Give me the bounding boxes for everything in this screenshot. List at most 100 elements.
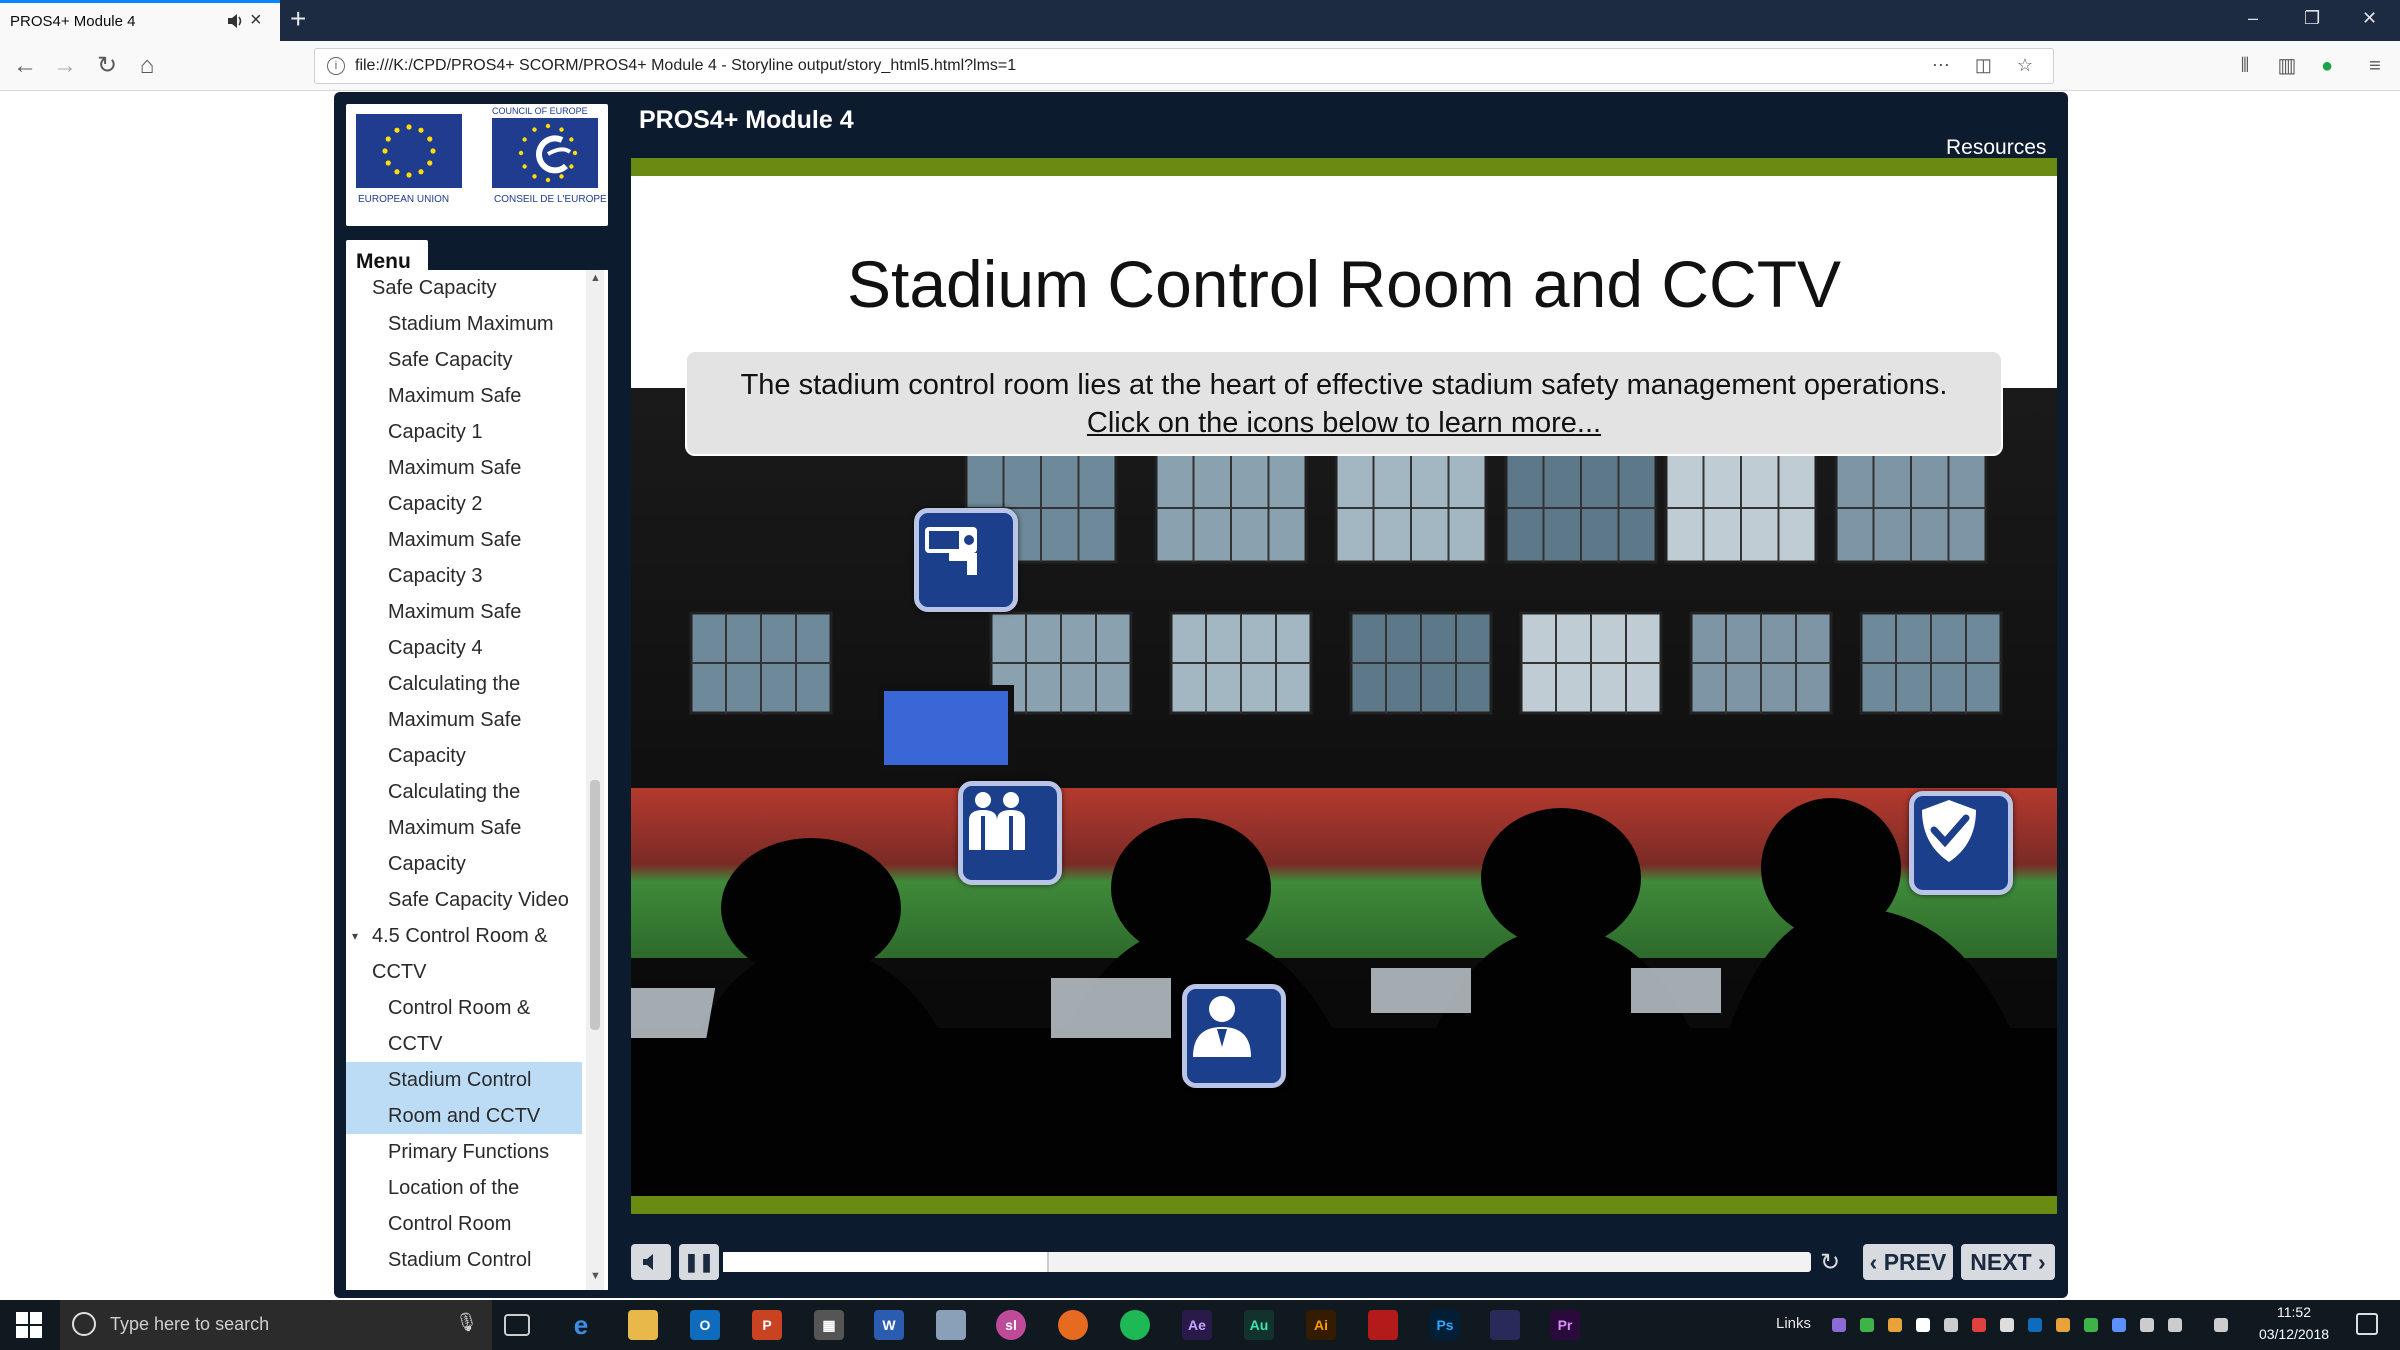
seek-bar[interactable] [723, 1252, 1811, 1272]
firefox-icon[interactable] [1058, 1310, 1088, 1340]
tray-vlc-icon[interactable] [2056, 1318, 2070, 1332]
operator-person-icon[interactable] [1182, 984, 1286, 1088]
clock-date[interactable]: 03/12/2018 [2254, 1326, 2334, 1342]
hamburger-menu-icon[interactable]: ≡ [2360, 51, 2390, 81]
edge-icon[interactable]: e [566, 1310, 596, 1340]
menu-item-label: Calculating the [388, 673, 521, 695]
tray-usb-icon[interactable] [1944, 1318, 1958, 1332]
expand-caret-icon[interactable]: ▾ [352, 918, 358, 954]
clock-time[interactable]: 11:52 [2254, 1304, 2334, 1320]
menu-item[interactable]: Primary Functions [346, 1134, 582, 1170]
taskbar-search[interactable]: Type here to search 🎙 [60, 1300, 492, 1350]
audition-icon[interactable]: Au [1244, 1310, 1274, 1340]
learn-more-link[interactable]: Click on the icons below to learn more..… [687, 404, 2001, 442]
menu-item-label: Capacity [388, 745, 466, 767]
menu-item[interactable]: Maximum Safe Capacity 1 [346, 378, 582, 450]
menu-item-label: Capacity 4 [388, 637, 483, 659]
browser-tab[interactable]: PROS4+ Module 4 × [0, 0, 280, 41]
menu-scrollbar[interactable]: ▲ ▼ [586, 270, 604, 1290]
menu-item[interactable]: Safe Capacity Video [346, 882, 582, 918]
tray-pen-icon[interactable] [2214, 1318, 2228, 1332]
pause-button[interactable]: ❚❚ [679, 1244, 719, 1280]
microphone-icon[interactable]: 🎙 [455, 1312, 478, 1333]
menu-item[interactable]: Control Room & CCTV [346, 990, 582, 1062]
tray-mail-icon[interactable] [2000, 1318, 2014, 1332]
scroll-up-icon[interactable]: ▲ [590, 272, 601, 284]
menu-item[interactable]: Calculating the Maximum Safe Capacity [346, 666, 582, 774]
acrobat-icon[interactable] [1368, 1310, 1398, 1340]
calculator-icon[interactable]: ▦ [814, 1310, 844, 1340]
illustrator-icon[interactable]: Ai [1306, 1310, 1336, 1340]
after-effects-icon[interactable]: Ae [1182, 1310, 1212, 1340]
resources-link[interactable]: Resources [1946, 136, 2046, 160]
menu-item[interactable]: Safe Capacity [346, 270, 582, 306]
links-toolbar[interactable]: Links [1776, 1315, 1811, 1332]
menu-item[interactable]: Maximum Safe Capacity 3 [346, 522, 582, 594]
task-view-icon[interactable] [504, 1314, 530, 1336]
tray-app-icon[interactable] [1832, 1318, 1846, 1332]
notification-icon[interactable] [2356, 1313, 2378, 1335]
sidebar-icon[interactable]: ▥ [2272, 51, 2302, 81]
info-icon[interactable]: i [327, 57, 345, 75]
spotify-icon[interactable] [1120, 1310, 1150, 1340]
back-icon[interactable]: ← [10, 51, 40, 81]
tray-wifi-icon[interactable] [2140, 1318, 2154, 1332]
window-close-icon[interactable]: ✕ [2362, 8, 2377, 29]
menu-item[interactable]: Maximum Safe Capacity 4 [346, 594, 582, 666]
prev-button[interactable]: ‹ PREV [1863, 1244, 1953, 1280]
player-controls: ❚❚ ↻ ‹ PREV NEXT › [631, 1242, 2057, 1284]
reload-icon[interactable]: ↻ [92, 51, 122, 81]
replay-icon[interactable]: ↻ [1815, 1248, 1845, 1278]
file-explorer-icon[interactable] [628, 1310, 658, 1340]
tray-chrome-icon[interactable] [1888, 1318, 1902, 1332]
cctv-camera-icon[interactable] [914, 508, 1018, 612]
page-actions-icons[interactable]: ⋯ ◫ ☆ [1932, 55, 2043, 76]
minimize-icon[interactable]: – [2248, 8, 2258, 29]
windows-start-icon[interactable] [16, 1312, 42, 1338]
home-icon[interactable]: ⌂ [132, 51, 162, 81]
menu-item-label: Maximum Safe [388, 385, 522, 407]
menu-item[interactable]: Maximum Safe Capacity 2 [346, 450, 582, 522]
coe-top-label: COUNCIL OF EUROPE [492, 106, 588, 116]
tray-volume-icon[interactable] [2168, 1318, 2182, 1332]
tray-shield-icon[interactable] [1860, 1318, 1874, 1332]
tray-outlook-icon[interactable] [2028, 1318, 2042, 1332]
visual-studio-icon[interactable] [1490, 1310, 1520, 1340]
outlook-icon[interactable]: O [690, 1310, 720, 1340]
next-button[interactable]: NEXT › [1961, 1244, 2055, 1280]
people-group-icon[interactable] [958, 781, 1062, 885]
premiere-icon[interactable]: Pr [1550, 1310, 1580, 1340]
library-icon[interactable]: ⫴ [2230, 51, 2260, 81]
tray-network-icon[interactable] [1916, 1318, 1930, 1332]
storyline-icon[interactable]: sl [996, 1310, 1026, 1340]
new-tab-icon[interactable]: + [290, 4, 306, 34]
word-icon[interactable]: W [874, 1310, 904, 1340]
menu-item-label: Maximum Safe [388, 709, 522, 731]
menu-item[interactable]: Stadium Control Room and CCTV [346, 1062, 582, 1134]
forward-icon[interactable]: → [50, 51, 80, 81]
menu-item[interactable]: Location of the Control Room [346, 1170, 582, 1242]
speaker-icon[interactable] [226, 12, 244, 30]
notes-icon[interactable] [936, 1310, 966, 1340]
menu-item[interactable]: ▾ 4.5 Control Room & CCTV [346, 918, 582, 990]
powerpoint-icon[interactable]: P [752, 1310, 782, 1340]
shield-check-icon[interactable] [1909, 791, 2013, 895]
grammarly-icon[interactable]: ● [2312, 51, 2342, 81]
tray-battery-icon[interactable] [2084, 1318, 2098, 1332]
logo-box: EUROPEAN UNION COUNCIL OF EUROPE CONSEIL… [346, 104, 608, 226]
tray-security-icon[interactable] [1972, 1318, 1986, 1332]
menu-item[interactable]: Calculating the Maximum Safe Capacity [346, 774, 582, 882]
scroll-down-icon[interactable]: ▼ [590, 1270, 601, 1282]
volume-button[interactable] [631, 1244, 671, 1280]
url-bar[interactable]: i file:///K:/CPD/PROS4+ SCORM/PROS4+ Mod… [314, 48, 2054, 84]
menu-item-label: Safe Capacity Video [388, 889, 569, 911]
restore-icon[interactable]: ❐ [2304, 8, 2320, 29]
menu-item[interactable]: Stadium Control [346, 1242, 582, 1278]
photoshop-icon[interactable]: Ps [1430, 1310, 1460, 1340]
menu-item-label: Calculating the [388, 781, 521, 803]
next-label: NEXT [1970, 1249, 2032, 1275]
tray-defender-icon[interactable] [2112, 1318, 2126, 1332]
close-icon[interactable]: × [250, 10, 262, 30]
scroll-thumb[interactable] [590, 780, 600, 1030]
menu-item[interactable]: Stadium Maximum Safe Capacity [346, 306, 582, 378]
